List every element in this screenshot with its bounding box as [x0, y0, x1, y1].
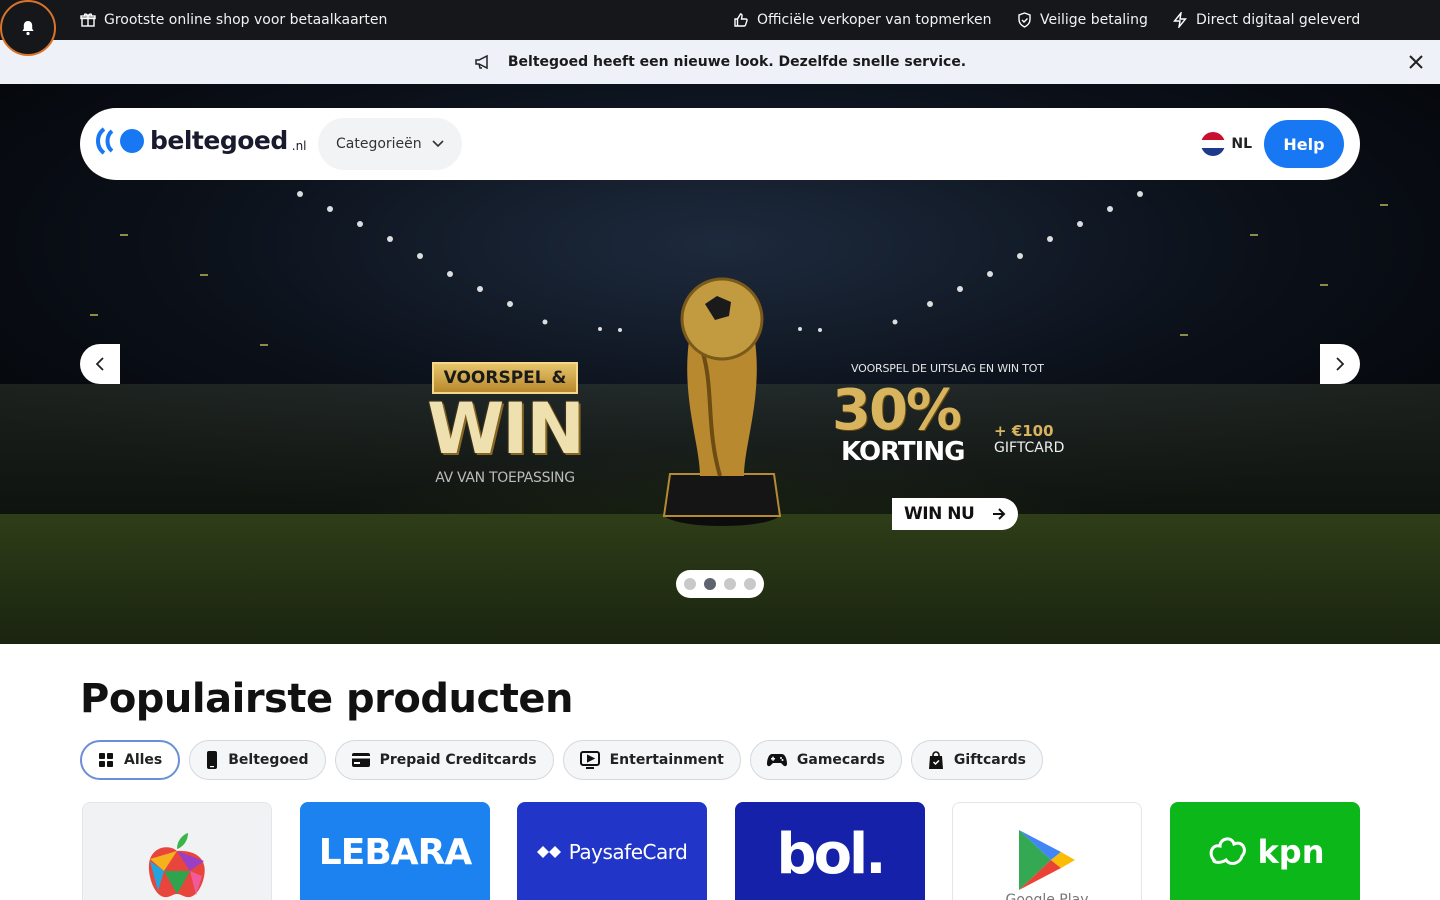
- language-code: NL: [1231, 136, 1252, 152]
- grid-icon: [99, 753, 113, 767]
- filter-chip-giftcards[interactable]: Giftcards: [910, 740, 1043, 780]
- google-play-logo-icon: [1019, 830, 1075, 890]
- topbar-official-seller: Officiële verkoper van topmerken: [733, 0, 991, 40]
- carousel-dot-active[interactable]: [704, 578, 716, 590]
- carousel-dot[interactable]: [724, 578, 736, 590]
- hero-carousel: beltegoed .nl Categorieën NL Help VOORSP…: [0, 84, 1440, 644]
- gift-icon: [80, 13, 96, 27]
- paysafecard-diamond-icon: [536, 846, 561, 858]
- product-card-bol[interactable]: bol.: [735, 802, 925, 900]
- netherlands-flag-icon: [1201, 132, 1226, 156]
- logo-tld: .nl: [291, 138, 307, 153]
- kpn-crown-icon: [1209, 837, 1246, 865]
- chevron-left-icon: [96, 357, 104, 371]
- filter-label: Giftcards: [953, 752, 1026, 768]
- filter-chip-alles[interactable]: Alles: [80, 740, 181, 780]
- carousel-dot[interactable]: [684, 578, 696, 590]
- phone-icon: [207, 751, 218, 769]
- carousel-pagination: [676, 570, 764, 598]
- megaphone-icon: [475, 54, 488, 70]
- filter-chip-beltegoed[interactable]: Beltegoed: [189, 740, 326, 780]
- categories-label: Categorieën: [336, 136, 422, 152]
- win-nu-label: WIN NU: [904, 504, 975, 524]
- banner-left-text: VOORSPEL & WIN AV VAN TOEPASSING: [420, 362, 590, 486]
- product-brand: bol.: [776, 821, 886, 887]
- credit-card-icon: [351, 753, 370, 767]
- product-brand: Google Play: [1005, 892, 1089, 900]
- product-card-lebara[interactable]: LEBARA: [300, 802, 490, 900]
- apple-logo-icon: [148, 833, 205, 898]
- bell-icon: [22, 21, 34, 36]
- promo-subtitle: VOORSPEL DE UITSLAG EN WIN TOT: [851, 362, 1044, 375]
- thumbs-up-icon: [734, 13, 748, 27]
- banner-headline: WIN: [427, 388, 585, 470]
- main-navbar: beltegoed .nl Categorieën NL Help: [80, 108, 1360, 180]
- filter-chip-entertainment[interactable]: Entertainment: [562, 740, 741, 780]
- banner-promo: VOORSPEL DE UITSLAG EN WIN TOT 30% KORTI…: [832, 362, 1092, 530]
- filter-label: Alles: [124, 752, 163, 768]
- topbar-secure-payment: Veilige betaling: [1017, 0, 1148, 40]
- topbar-shop-claim: Grootste online shop voor betaalkaarten: [80, 0, 387, 40]
- language-selector[interactable]: NL: [1201, 132, 1252, 156]
- chevron-right-icon: [1336, 357, 1344, 371]
- filter-chip-gamecards[interactable]: Gamecards: [749, 740, 902, 780]
- product-brand: LEBARA: [318, 831, 472, 873]
- topbar-item2-text: Veilige betaling: [1040, 12, 1148, 28]
- product-card-apple[interactable]: [82, 802, 272, 900]
- notification-bell-button[interactable]: [0, 0, 56, 56]
- product-card-paysafecard[interactable]: PaysafeCard: [517, 802, 707, 900]
- promo-bonus: + €100 GIFTCARD: [994, 422, 1064, 456]
- section-title: Populairste producten: [80, 676, 573, 722]
- banner-subline: AV VAN TOEPASSING: [435, 470, 575, 486]
- carousel-prev-button[interactable]: [80, 344, 120, 384]
- promo-bonus-amount: + €100: [994, 422, 1054, 440]
- topbar-item3-text: Direct digitaal geleverd: [1196, 12, 1361, 28]
- play-screen-icon: [579, 751, 600, 769]
- filter-chip-prepaid-creditcards[interactable]: Prepaid Creditcards: [334, 740, 554, 780]
- trophy-illustration: [662, 277, 782, 526]
- close-icon[interactable]: [1406, 52, 1426, 72]
- topbar-item1-text: Officiële verkoper van topmerken: [757, 12, 992, 28]
- win-nu-button[interactable]: WIN NU: [892, 498, 1018, 530]
- top-bar: Grootste online shop voor betaalkaarten …: [0, 0, 1440, 56]
- shopping-bag-icon: [928, 751, 943, 769]
- lightning-icon: [1173, 12, 1187, 28]
- gamepad-icon: [766, 754, 787, 767]
- topbar-left-text: Grootste online shop voor betaalkaarten: [104, 12, 388, 28]
- product-grid: LEBARA PaysafeCard bol. Google Play kpn: [80, 802, 1360, 900]
- arrow-right-icon: [993, 508, 1006, 520]
- product-card-google-play[interactable]: Google Play: [952, 802, 1142, 900]
- shield-check-icon: [1018, 12, 1031, 28]
- filter-label: Beltegoed: [228, 752, 309, 768]
- category-filters: Alles Beltegoed Prepaid Creditcards Ente…: [80, 740, 1043, 780]
- filter-label: Entertainment: [609, 752, 724, 768]
- filter-label: Gamecards: [796, 752, 885, 768]
- product-card-kpn[interactable]: kpn: [1170, 802, 1360, 900]
- product-brand: kpn: [1257, 833, 1325, 871]
- help-button[interactable]: Help: [1264, 120, 1344, 168]
- product-brand: PaysafeCard: [568, 840, 688, 864]
- carousel-dot[interactable]: [744, 578, 756, 590]
- promo-bonus-label: GIFTCARD: [994, 440, 1065, 456]
- logo-text: beltegoed: [150, 126, 288, 155]
- topbar-instant-delivery: Direct digitaal geleverd: [1172, 0, 1360, 40]
- announcement-bar: Beltegoed heeft een nieuwe look. Dezelfd…: [0, 40, 1440, 84]
- filter-label: Prepaid Creditcards: [379, 752, 537, 768]
- site-logo[interactable]: beltegoed .nl: [96, 126, 307, 155]
- chevron-down-icon: [432, 140, 444, 148]
- categories-dropdown[interactable]: Categorieën: [318, 118, 462, 170]
- logo-mark-icon: [96, 126, 144, 155]
- carousel-next-button[interactable]: [1320, 344, 1360, 384]
- announcement-text: Beltegoed heeft een nieuwe look. Dezelfd…: [507, 54, 967, 70]
